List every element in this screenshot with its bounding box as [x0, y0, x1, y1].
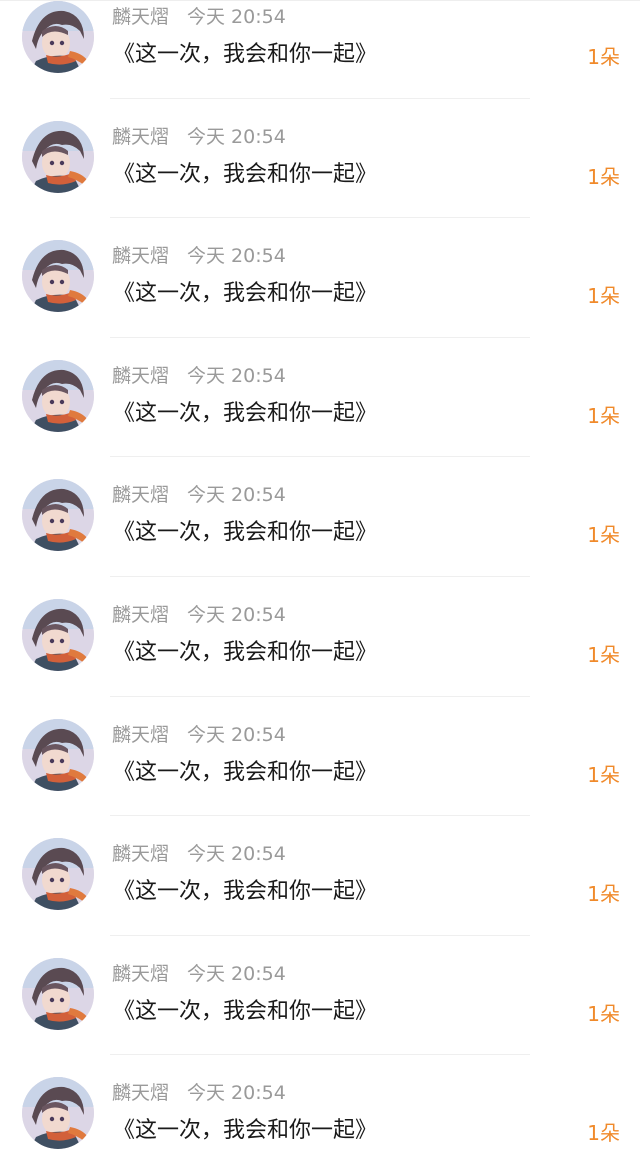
gift-count: 1朵 [587, 164, 620, 189]
gift-meta: 麟天熠 今天 20:54 [112, 4, 286, 30]
timestamp: 今天 20:54 [187, 603, 286, 626]
gift-message: 《这一次，我会和你一起》 [113, 639, 378, 665]
avatar[interactable] [22, 718, 94, 791]
gift-message: 《这一次，我会和你一起》 [113, 161, 378, 187]
avatar-image [22, 957, 94, 1030]
avatar-image [22, 598, 94, 671]
gift-meta: 麟天熠 今天 20:54 [112, 841, 286, 867]
timestamp: 今天 20:54 [187, 843, 286, 866]
gift-count: 1朵 [587, 762, 620, 787]
list-item[interactable]: 麟天熠 今天 20:54 《这一次，我会和你一起》 1朵 [0, 577, 640, 697]
gift-count: 1朵 [587, 882, 620, 907]
avatar[interactable] [22, 359, 94, 432]
user-name[interactable]: 麟天熠 [112, 484, 169, 506]
gift-count: 1朵 [587, 1001, 620, 1026]
avatar[interactable] [22, 957, 94, 1030]
gift-meta: 麟天熠 今天 20:54 [112, 722, 286, 748]
gift-count: 1朵 [587, 523, 620, 548]
list-item[interactable]: 麟天熠 今天 20:54 《这一次，我会和你一起》 1朵 [0, 0, 640, 99]
timestamp: 今天 20:54 [187, 723, 286, 746]
list-item[interactable]: 麟天熠 今天 20:54 《这一次，我会和你一起》 1朵 [0, 99, 640, 219]
gift-message: 《这一次，我会和你一起》 [113, 1118, 378, 1144]
timestamp: 今天 20:54 [187, 245, 286, 268]
avatar[interactable] [22, 120, 94, 193]
user-name[interactable]: 麟天熠 [112, 6, 169, 28]
avatar[interactable] [22, 479, 94, 552]
list-item[interactable]: 麟天熠 今天 20:54 《这一次，我会和你一起》 1朵 [0, 218, 640, 338]
avatar-image [22, 240, 94, 313]
gift-message: 《这一次，我会和你一起》 [113, 281, 378, 307]
gift-count: 1朵 [587, 45, 620, 69]
gift-meta: 麟天熠 今天 20:54 [112, 961, 286, 987]
list-item[interactable]: 麟天熠 今天 20:54 《这一次，我会和你一起》 1朵 [0, 816, 640, 936]
gift-message: 《这一次，我会和你一起》 [113, 520, 378, 546]
gift-meta: 麟天熠 今天 20:54 [112, 363, 286, 389]
avatar-image [22, 1, 94, 73]
timestamp: 今天 20:54 [187, 364, 286, 387]
avatar-image [22, 479, 94, 552]
gift-message: 《这一次，我会和你一起》 [113, 879, 378, 905]
gift-meta: 麟天熠 今天 20:54 [112, 124, 286, 150]
gift-message: 《这一次，我会和你一起》 [113, 400, 378, 426]
gift-list: 麟天熠 今天 20:54 《这一次，我会和你一起》 1朵 麟天熠 今天 20:54 … [0, 0, 640, 1175]
gift-meta: 麟天熠 今天 20:54 [112, 482, 286, 508]
gift-meta: 麟天熠 今天 20:54 [112, 1080, 286, 1106]
timestamp: 今天 20:54 [187, 1082, 286, 1105]
avatar-image [22, 120, 94, 193]
gift-message: 《这一次，我会和你一起》 [113, 42, 378, 67]
list-item[interactable]: 麟天熠 今天 20:54 《这一次，我会和你一起》 1朵 [0, 1055, 640, 1175]
list-item[interactable]: 麟天熠 今天 20:54 《这一次，我会和你一起》 1朵 [0, 697, 640, 817]
avatar[interactable] [22, 598, 94, 671]
list-item[interactable]: 麟天熠 今天 20:54 《这一次，我会和你一起》 1朵 [0, 936, 640, 1056]
user-name[interactable]: 麟天熠 [112, 365, 169, 387]
avatar-image [22, 1077, 94, 1150]
timestamp: 今天 20:54 [187, 962, 286, 985]
gift-count: 1朵 [587, 1121, 620, 1146]
user-name[interactable]: 麟天熠 [112, 126, 169, 148]
avatar[interactable] [22, 240, 94, 313]
gift-meta: 麟天熠 今天 20:54 [112, 243, 286, 269]
list-item[interactable]: 麟天熠 今天 20:54 《这一次，我会和你一起》 1朵 [0, 457, 640, 577]
gift-count: 1朵 [587, 642, 620, 667]
gift-meta: 麟天熠 今天 20:54 [112, 602, 286, 628]
gift-message: 《这一次，我会和你一起》 [113, 759, 378, 785]
avatar[interactable] [22, 838, 94, 911]
avatar-image [22, 718, 94, 791]
avatar[interactable] [22, 1077, 94, 1150]
gift-count: 1朵 [587, 284, 620, 309]
list-item[interactable]: 麟天熠 今天 20:54 《这一次，我会和你一起》 1朵 [0, 338, 640, 458]
gift-count: 1朵 [587, 403, 620, 428]
avatar-image [22, 838, 94, 911]
user-name[interactable]: 麟天熠 [112, 1082, 169, 1104]
timestamp: 今天 20:54 [187, 6, 286, 28]
user-name[interactable]: 麟天熠 [112, 963, 169, 985]
user-name[interactable]: 麟天熠 [112, 245, 169, 267]
user-name[interactable]: 麟天熠 [112, 843, 169, 865]
timestamp: 今天 20:54 [187, 125, 286, 148]
timestamp: 今天 20:54 [187, 484, 286, 507]
user-name[interactable]: 麟天熠 [112, 724, 169, 746]
gift-message: 《这一次，我会和你一起》 [113, 998, 378, 1024]
avatar[interactable] [22, 1, 94, 73]
avatar-image [22, 359, 94, 432]
user-name[interactable]: 麟天熠 [112, 604, 169, 626]
